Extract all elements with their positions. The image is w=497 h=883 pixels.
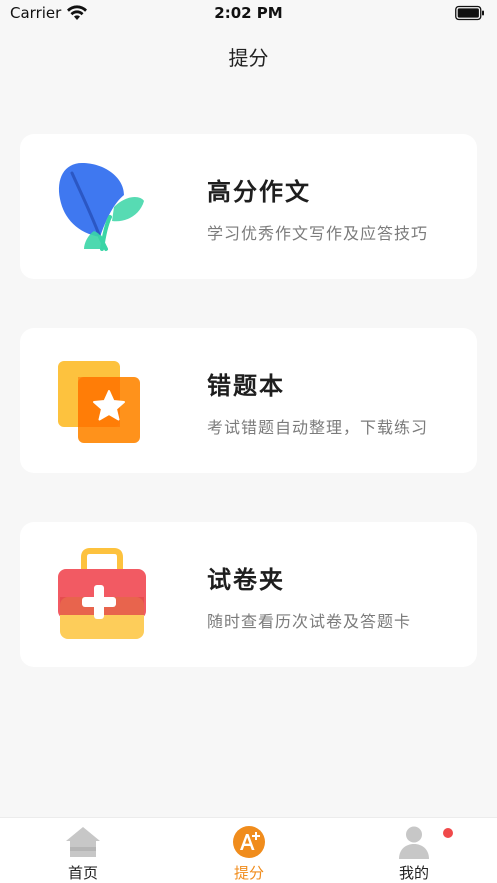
tab-home[interactable]: 首页 bbox=[0, 818, 166, 883]
tab-label: 我的 bbox=[398, 864, 429, 882]
leaf-icon bbox=[58, 163, 144, 251]
battery-icon bbox=[455, 5, 484, 21]
card-exam-folder[interactable]: 试卷夹 随时查看历次试卷及答题卡 bbox=[20, 522, 477, 667]
user-icon bbox=[399, 826, 429, 859]
clock-label: 2:02 PM bbox=[214, 4, 283, 22]
card-title: 错题本 bbox=[207, 372, 285, 400]
tab-label: 首页 bbox=[67, 864, 98, 882]
star-note-icon bbox=[58, 361, 140, 443]
grade-a-plus-icon bbox=[233, 826, 265, 858]
card-subtitle: 学习优秀作文写作及应答技巧 bbox=[207, 224, 429, 243]
card-title: 高分作文 bbox=[207, 178, 311, 206]
status-bar: Carrier 2:02 PM bbox=[0, 0, 497, 28]
tab-profile[interactable]: 我的 bbox=[331, 818, 497, 883]
tab-label: 提分 bbox=[233, 864, 264, 882]
card-essay[interactable]: 高分作文 学习优秀作文写作及应答技巧 bbox=[20, 134, 477, 279]
page-title: 提分 bbox=[228, 46, 269, 70]
toolbox-icon bbox=[58, 548, 146, 639]
card-title: 试卷夹 bbox=[207, 566, 285, 594]
tab-grade[interactable]: 提分 bbox=[166, 818, 332, 883]
home-icon bbox=[66, 827, 100, 857]
card-subtitle: 随时查看历次试卷及答题卡 bbox=[207, 612, 412, 631]
card-mistake-book[interactable]: 错题本 考试错题自动整理，下载练习 bbox=[20, 328, 477, 473]
card-subtitle: 考试错题自动整理，下载练习 bbox=[207, 418, 429, 437]
screen: Carrier 2:02 PM 提分 高分作文 学习优秀作文写作及应答技巧 错题… bbox=[0, 0, 497, 883]
tab-bar: 首页 提分 我的 bbox=[0, 817, 497, 883]
notification-badge bbox=[443, 828, 453, 838]
